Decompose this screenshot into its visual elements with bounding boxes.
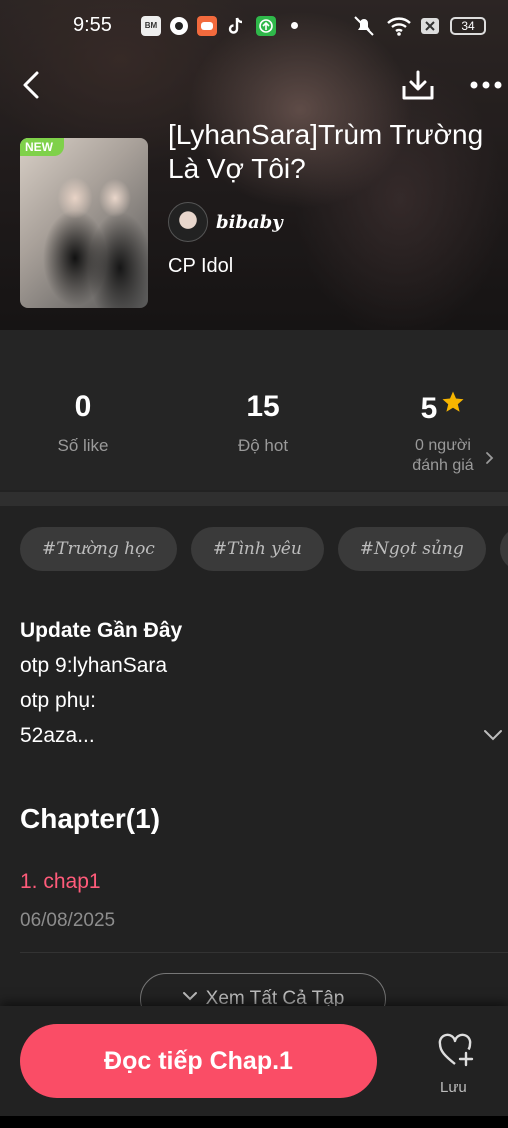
wifi-icon [387,17,411,36]
chapter-heading: Chapter(1) [20,803,161,834]
status-time: 9:55 [73,14,112,36]
author-name[interactable]: bibaby [216,212,283,233]
chapter-separator [20,952,508,953]
stat-likes: 0 Số like [8,390,158,456]
more-options-icon[interactable] [466,72,506,98]
likes-label: Số like [57,436,109,455]
save-label[interactable]: Lưu [440,1079,467,1096]
mute-icon [354,16,374,36]
story-category[interactable]: CP Idol [168,255,233,278]
section-divider [0,492,508,506]
description-line: otp phụ: [20,689,96,712]
tag-list: #Trường học #Tình yêu #Ngọt sủng [20,527,508,571]
stat-hot: 15 Độ hot [188,390,338,456]
star-icon [442,391,464,412]
description-line: 52aza... [20,724,95,747]
tag-truong-hoc[interactable]: #Trường học [20,527,177,571]
baomoi-icon: BM [141,16,161,36]
story-title: [LyhanSara]Trùm Trường Là Vợ Tôi? [168,118,508,186]
continue-reading-button[interactable]: Đọc tiếp Chap.1 [20,1024,377,1098]
new-badge: NEW [20,138,64,156]
download-icon[interactable] [400,68,436,104]
game-icon [197,16,217,36]
hot-value: 15 [246,390,280,423]
description-heading: Update Gần Đây [20,619,183,642]
battery-icon: 34 [450,17,486,35]
story-cover-image[interactable] [20,138,148,308]
tiktok-icon [226,16,246,36]
system-nav-bar [0,1116,508,1128]
tag-ngot-sung[interactable]: #Ngọt sủng [337,527,486,571]
chapter-item-date: 06/08/2025 [20,910,116,931]
upload-app-icon [256,16,276,36]
chapter-item-title[interactable]: 1. chap1 [20,870,101,894]
back-arrow-icon[interactable] [18,70,48,100]
shazam-icon [169,16,189,36]
tag-tinh-yeu[interactable]: #Tình yêu [190,527,324,571]
story-title-line2: Là Vợ Tôi? [168,153,306,184]
chevron-right-icon[interactable] [484,450,496,466]
expand-chevron-down-icon[interactable] [482,726,504,744]
rating-value: 5 [420,392,438,425]
tag-more[interactable] [499,527,508,571]
chevron-down-icon [182,992,197,1001]
sim-off-icon [421,18,439,34]
description-line: otp 9:lyhanSara [20,654,168,677]
author-avatar[interactable] [168,202,208,242]
notification-dot [291,22,298,29]
likes-value: 0 [74,390,92,423]
hot-label: Độ hot [237,436,289,455]
status-bar: 9:55 BM 34 [0,0,508,52]
story-title-line1: [LyhanSara]Trùm Trường [168,119,484,150]
heart-plus-icon[interactable] [437,1032,475,1068]
